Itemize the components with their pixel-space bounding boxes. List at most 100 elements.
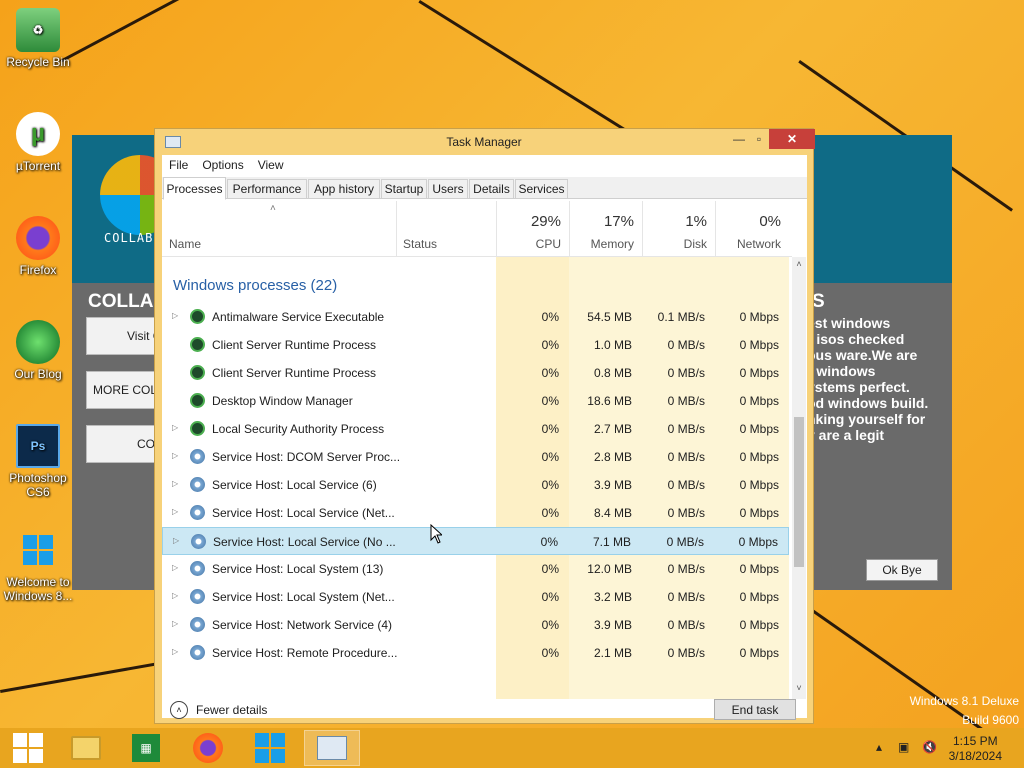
taskbar-firefox[interactable] xyxy=(180,730,236,766)
taskbar-file-explorer[interactable] xyxy=(58,730,114,766)
taskbar-task-manager[interactable] xyxy=(304,730,360,766)
tab-startup[interactable]: Startup xyxy=(381,179,427,199)
desktop-icon-our-blog[interactable]: Our Blog xyxy=(0,320,76,381)
desktop-icon-recycle-bin[interactable]: ♻ Recycle Bin xyxy=(0,8,76,69)
tab-users[interactable]: Users xyxy=(428,179,468,199)
ok-bye-button[interactable]: Ok Bye xyxy=(866,559,938,581)
scroll-up-arrow-icon[interactable]: ˄ xyxy=(792,259,806,273)
menu-options[interactable]: Options xyxy=(202,158,243,172)
more-button[interactable]: MORE COLL xyxy=(86,371,156,409)
process-row[interactable]: ▷ Local Security Authority Process 0% 2.7 M… xyxy=(162,415,789,443)
tab-app-history[interactable]: App history xyxy=(308,179,380,199)
expand-arrow-icon[interactable]: ▷ xyxy=(172,423,182,432)
column-header-disk[interactable]: 1% Disk xyxy=(642,201,715,257)
windows-logo-icon xyxy=(16,528,60,572)
expand-arrow-icon[interactable]: ▷ xyxy=(172,479,182,488)
process-row[interactable]: ▷ Service Host: Local Service (6) 0% 3.9 MB… xyxy=(162,471,789,499)
taskbar-windows-app[interactable] xyxy=(242,730,298,766)
close-button[interactable]: ✕ xyxy=(769,129,815,149)
photoshop-icon: Ps xyxy=(16,424,60,468)
process-row[interactable]: ▷ Service Host: Network Service (4) 0% 3.9 … xyxy=(162,611,789,639)
title-bar[interactable]: Task Manager — ▫ ✕ xyxy=(155,129,815,155)
process-network: 0 Mbps xyxy=(738,535,778,549)
process-disk: 0 MB/s xyxy=(667,618,705,632)
process-disk: 0 MB/s xyxy=(667,562,705,576)
process-name: Service Host: Local System (13) xyxy=(212,562,384,576)
fewer-details-button[interactable]: ˄ Fewer details xyxy=(170,701,267,719)
process-cpu: 0% xyxy=(541,366,559,380)
desktop-icon-firefox[interactable]: Firefox xyxy=(0,216,76,277)
desktop-icon-photoshop[interactable]: Ps Photoshop CS6 xyxy=(0,424,76,499)
process-row[interactable]: Desktop Window Manager 0% 18.6 MB 0 MB/s 0 M… xyxy=(162,387,789,415)
expand-arrow-icon[interactable]: ▷ xyxy=(172,451,182,460)
taskbar-store[interactable]: ▦ xyxy=(118,730,174,766)
menu-view[interactable]: View xyxy=(258,158,284,172)
show-hidden-icons-icon[interactable]: ▴ xyxy=(876,740,882,754)
start-button[interactable] xyxy=(0,730,56,766)
process-row[interactable]: ▷ Service Host: Local Service (Net... 0% 8.… xyxy=(162,499,789,527)
expand-arrow-icon[interactable]: ▷ xyxy=(172,591,182,600)
process-row[interactable]: ▷ Antimalware Service Executable 0% 54.5 MB… xyxy=(162,303,789,331)
column-header-network[interactable]: 0% Network xyxy=(715,201,789,257)
vertical-scrollbar[interactable]: ˄ ˅ xyxy=(792,257,806,699)
contact-button[interactable]: CO xyxy=(86,425,156,463)
tab-details[interactable]: Details xyxy=(469,179,514,199)
desktop-icon-label: Firefox xyxy=(19,263,57,277)
expand-arrow-icon[interactable]: ▷ xyxy=(172,647,182,656)
process-row[interactable]: ▷ Service Host: Local System (Net... 0% 3.2… xyxy=(162,583,789,611)
process-row[interactable]: Client Server Runtime Process 0% 1.0 MB 0 M… xyxy=(162,331,789,359)
process-name: Service Host: Local Service (6) xyxy=(212,478,377,492)
expand-arrow-icon[interactable]: ▷ xyxy=(172,619,182,628)
process-disk: 0 MB/s xyxy=(667,506,705,520)
wallpaper-streak xyxy=(418,0,641,141)
scroll-down-arrow-icon[interactable]: ˅ xyxy=(792,683,806,697)
cpu-percent: 29% xyxy=(530,213,561,230)
network-icon[interactable]: ▣ xyxy=(898,740,909,754)
footer-bar: ˄ Fewer details End task xyxy=(162,699,807,720)
end-task-button[interactable]: End task xyxy=(714,699,796,720)
menu-file[interactable]: File xyxy=(169,158,188,172)
firefox-icon xyxy=(193,733,223,763)
expand-arrow-icon[interactable]: ▷ xyxy=(172,507,182,516)
process-disk: 0 MB/s xyxy=(667,338,705,352)
disk-percent: 1% xyxy=(685,213,707,230)
scrollbar-thumb[interactable] xyxy=(794,417,804,567)
desktop-icon-label: Recycle Bin xyxy=(6,55,70,69)
minimize-button[interactable]: — xyxy=(729,129,749,149)
chevron-up-icon: ˄ xyxy=(170,701,188,719)
column-header-cpu[interactable]: 29% CPU xyxy=(496,201,569,257)
column-header-status[interactable]: Status xyxy=(396,201,496,257)
process-memory: 7.1 MB xyxy=(592,535,631,549)
process-row[interactable]: Client Server Runtime Process 0% 0.8 MB 0 M… xyxy=(162,359,789,387)
process-cpu: 0% xyxy=(541,478,559,492)
desktop-icon-utorrent[interactable]: µ µTorrent xyxy=(0,112,76,173)
menu-bar: File Options View xyxy=(162,155,807,175)
column-header-memory[interactable]: 17% Memory xyxy=(569,201,642,257)
process-row[interactable]: ▷ Service Host: Local Service (No ... 0% 7.… xyxy=(162,527,789,555)
fewer-details-label: Fewer details xyxy=(196,703,268,717)
gear-icon xyxy=(190,617,205,632)
column-header-name[interactable]: Name xyxy=(169,237,201,251)
store-icon: ▦ xyxy=(132,734,160,762)
process-memory: 54.5 MB xyxy=(587,310,632,324)
process-row[interactable]: ▷ Service Host: Remote Procedure... 0% 2.1 … xyxy=(162,639,789,667)
desktop-icon-welcome[interactable]: Welcome to Windows 8... xyxy=(0,528,76,603)
process-row[interactable]: ▷ Service Host: DCOM Server Proc... 0% 2.8 … xyxy=(162,443,789,471)
visit-button[interactable]: Visit C xyxy=(86,317,156,355)
tab-processes[interactable]: Processes xyxy=(163,177,226,200)
volume-muted-icon[interactable]: 🔇 xyxy=(922,740,937,754)
clock[interactable]: 1:15 PM 3/18/2024 xyxy=(949,734,1002,764)
process-disk: 0 MB/s xyxy=(667,450,705,464)
expand-arrow-icon[interactable]: ▷ xyxy=(173,536,183,545)
expand-arrow-icon[interactable]: ▷ xyxy=(172,563,182,572)
group-header-windows-processes[interactable]: Windows processes (22) xyxy=(173,277,337,294)
expand-arrow-icon[interactable]: ▷ xyxy=(172,311,182,320)
process-disk: 0 MB/s xyxy=(667,646,705,660)
process-name: Service Host: Local System (Net... xyxy=(212,590,395,604)
tab-performance[interactable]: Performance xyxy=(227,179,307,199)
process-row[interactable]: ▷ Service Host: Local System (13) 0% 12.0 M… xyxy=(162,555,789,583)
maximize-button[interactable]: ▫ xyxy=(751,129,767,149)
process-cpu: 0% xyxy=(540,535,558,549)
process-network: 0 Mbps xyxy=(739,562,779,576)
tab-services[interactable]: Services xyxy=(515,179,568,199)
